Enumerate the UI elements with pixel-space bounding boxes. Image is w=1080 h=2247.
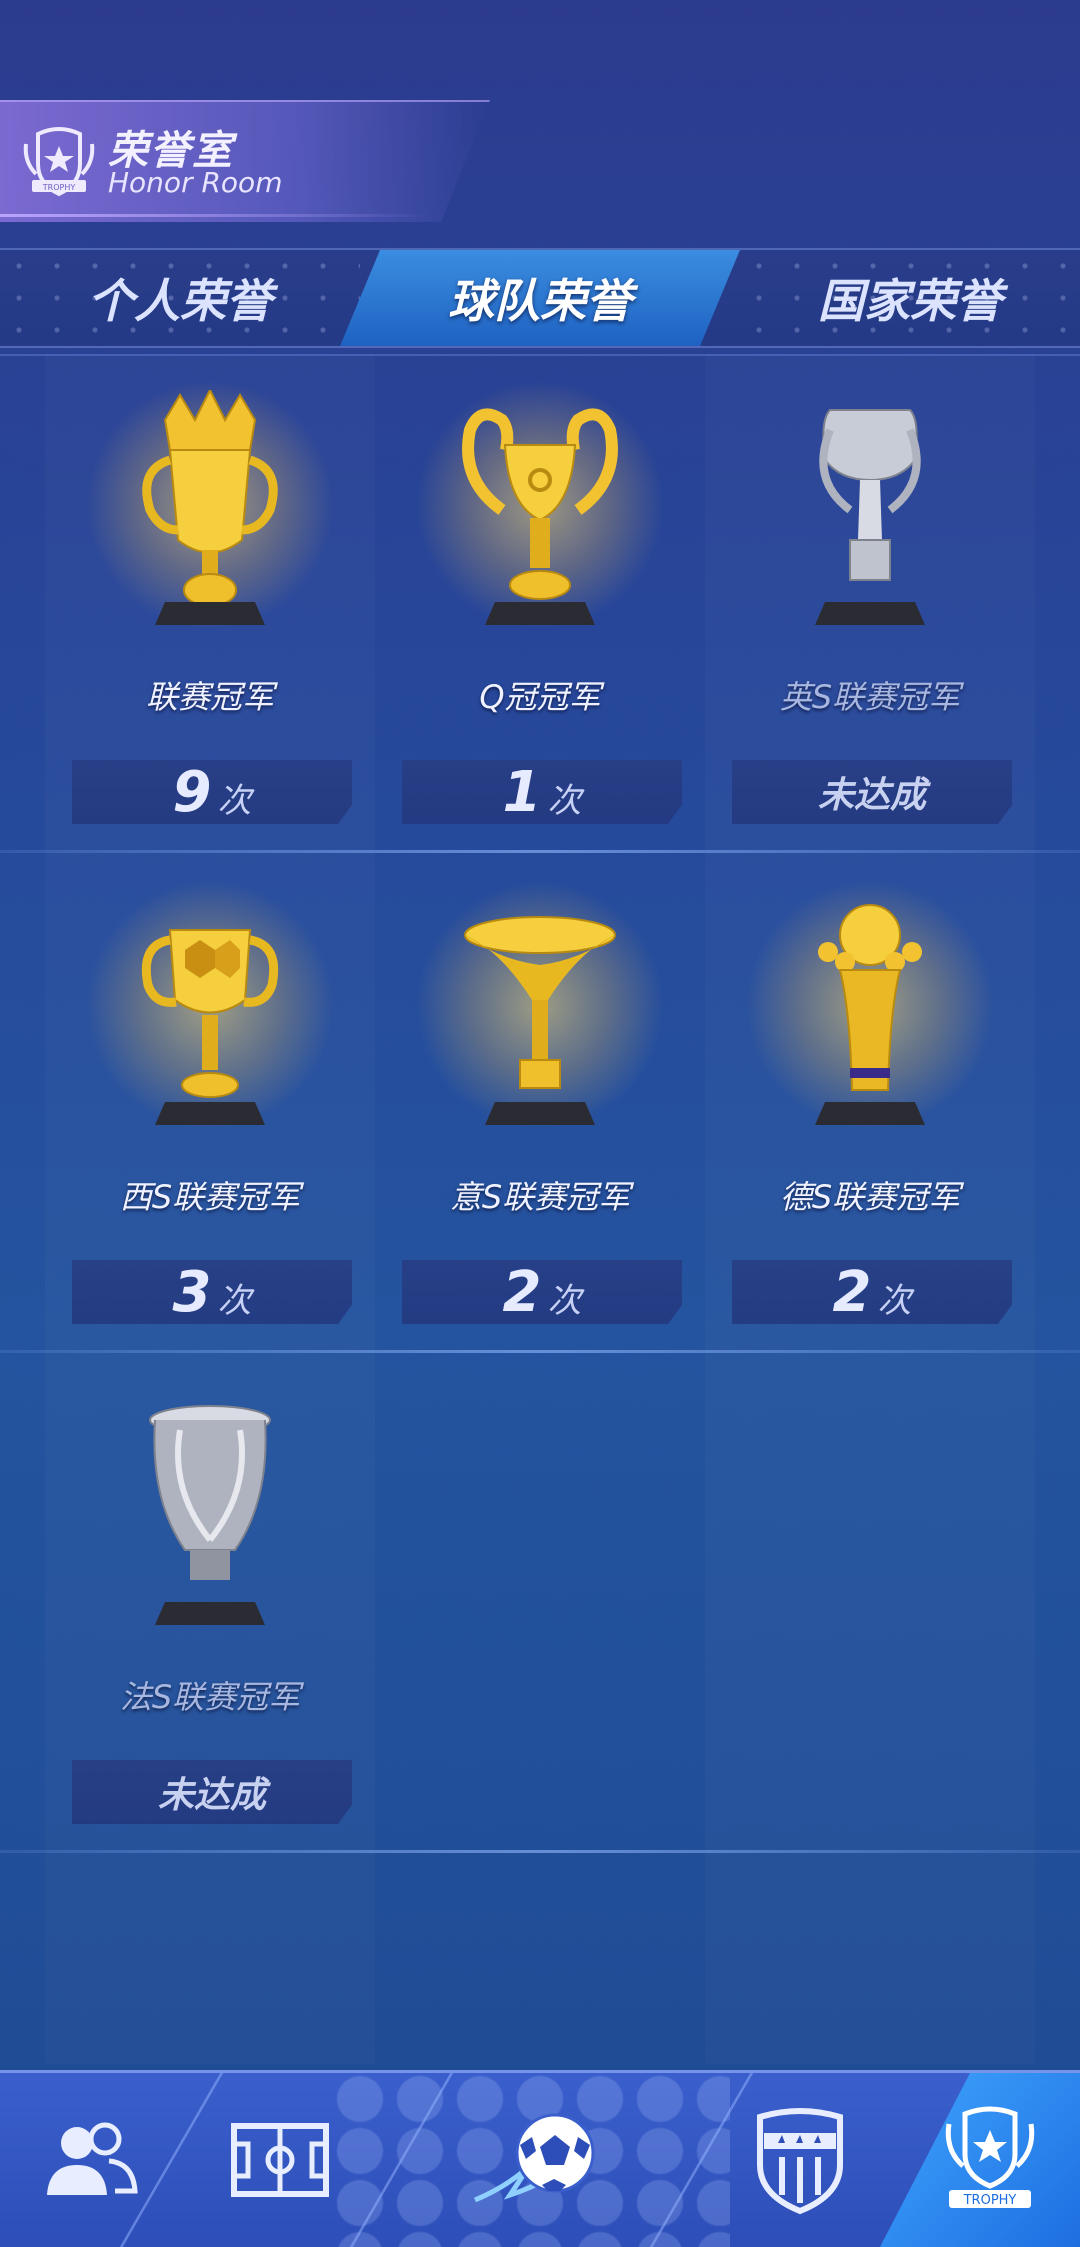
- trophy-name: 意S联赛冠军: [449, 1178, 631, 1216]
- trophy-status: 未达成: [157, 1775, 266, 1816]
- trophy-count-unit: 次: [217, 780, 252, 821]
- trophy-status: 未达成: [817, 775, 926, 816]
- trophy-cell-spanish-league[interactable]: 西S联赛冠军 3 次: [45, 860, 375, 1360]
- emblem-text: TROPHY: [42, 183, 76, 192]
- trophy-count-unit: 次: [217, 1280, 252, 1321]
- trophy-cell-german-league[interactable]: 德S联赛冠军 2 次: [705, 860, 1035, 1360]
- pitch-icon: [231, 2123, 329, 2197]
- page-subtitle: Honor Room: [108, 166, 283, 199]
- trophy-name: 德S联赛冠军: [779, 1178, 961, 1216]
- nav-trophy-label: TROPHY: [963, 2193, 1017, 2208]
- trophy-count-unit: 次: [877, 1280, 912, 1321]
- trophy-name: 联赛冠军: [145, 678, 274, 716]
- trophy-count: 2: [502, 1259, 542, 1325]
- nav-club[interactable]: [700, 2073, 900, 2247]
- trophy-name: Q冠冠军: [479, 678, 601, 716]
- league-trophy-icon: [142, 390, 278, 625]
- nav-team[interactable]: [0, 2073, 190, 2247]
- trophy-count-box: 3 次: [72, 1260, 352, 1324]
- spanish-league-trophy-icon: [141, 929, 279, 1125]
- trophy-icon: TROPHY: [945, 2106, 1035, 2208]
- trophy-count: 3: [172, 1259, 212, 1325]
- trophy-cell-english-league[interactable]: 英S联赛冠军 未达成: [705, 360, 1035, 860]
- trophy-cell-french-league[interactable]: 法S联赛冠军 未达成: [45, 1360, 375, 1860]
- trophy-count-unit: 次: [547, 780, 582, 821]
- trophy-count: 1: [502, 759, 542, 825]
- club-badge-icon: [757, 2108, 843, 2215]
- soccer-ball-icon: [474, 2113, 595, 2203]
- honor-tabs: 个人荣誉 球队荣誉 国家荣誉: [0, 248, 1080, 348]
- trophy-count-box: 未达成: [72, 1760, 352, 1824]
- trophy-count-box: 2 次: [732, 1260, 1012, 1324]
- trophy-count-box: 未达成: [732, 760, 1012, 824]
- team-icon: [47, 2122, 138, 2195]
- trophy-count: 2: [832, 1259, 872, 1325]
- trophy-name: 英S联赛冠军: [779, 678, 961, 716]
- german-league-trophy-icon: [815, 904, 925, 1125]
- trophy-count-box: 9 次: [72, 760, 352, 824]
- header-underline: [0, 214, 430, 217]
- trophy-count-box: 1 次: [402, 760, 682, 824]
- english-league-trophy-icon: [815, 409, 925, 625]
- trophy-name: 西S联赛冠军: [119, 1178, 301, 1216]
- nav-trophy[interactable]: TROPHY: [905, 2073, 1075, 2247]
- italian-league-trophy-icon: [464, 916, 616, 1125]
- tab-national-honor[interactable]: 国家荣誉: [740, 250, 1080, 346]
- trophy-cell-italian-league[interactable]: 意S联赛冠军 2 次: [375, 860, 705, 1360]
- trophy-count: 9: [172, 759, 212, 825]
- french-league-trophy-icon: [149, 1405, 271, 1625]
- nav-pitch[interactable]: [180, 2073, 380, 2247]
- nav-play[interactable]: [440, 2073, 640, 2247]
- trophy-cell-league[interactable]: 联赛冠军 9 次: [45, 360, 375, 860]
- trophy-count-unit: 次: [547, 1280, 582, 1321]
- trophy-count-box: 2 次: [402, 1260, 682, 1324]
- trophy-name: 法S联赛冠军: [119, 1678, 301, 1716]
- trophy-cell-q-cup[interactable]: Q冠冠军 1 次: [375, 360, 705, 860]
- q-cup-trophy-icon: [462, 408, 618, 625]
- trophy-emblem-icon: TROPHY: [23, 127, 95, 197]
- tab-team-honor[interactable]: 球队荣誉: [340, 250, 740, 346]
- tab-personal-honor[interactable]: 个人荣誉: [0, 250, 360, 346]
- bottom-nav: TROPHY: [0, 2070, 1080, 2247]
